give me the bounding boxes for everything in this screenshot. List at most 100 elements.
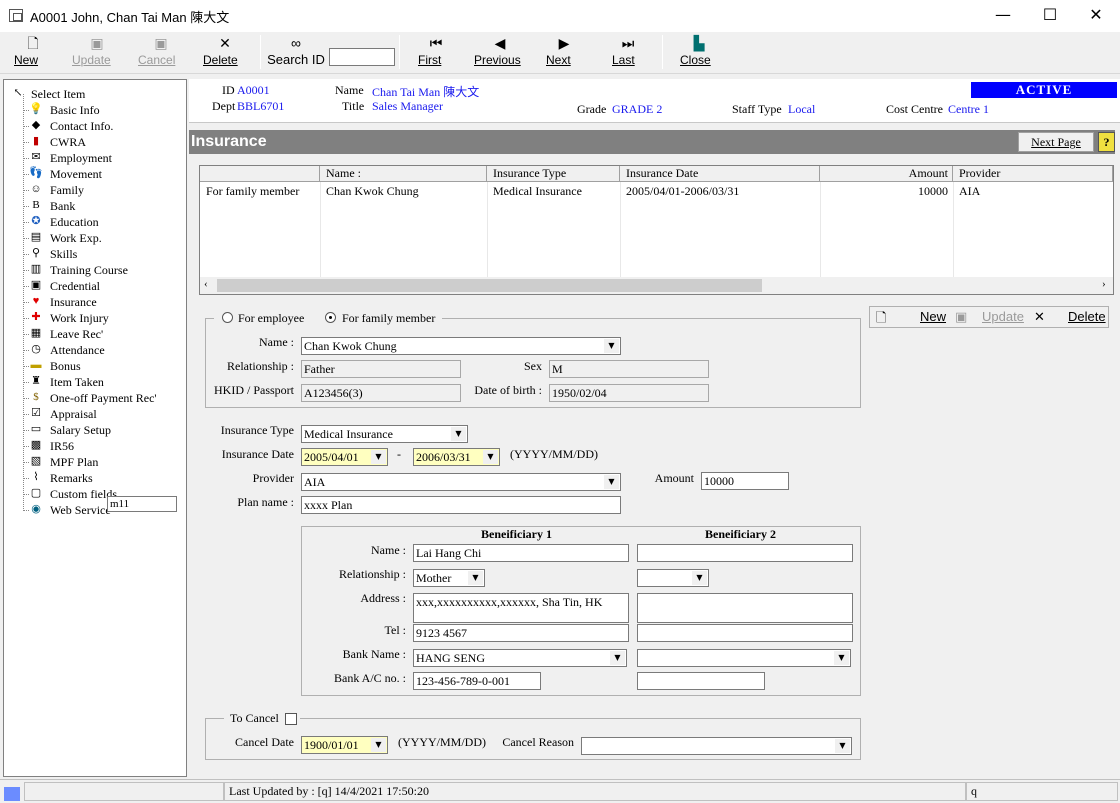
- detail-delete-button[interactable]: Delete: [1068, 309, 1106, 324]
- hkid-field[interactable]: A123456(3): [301, 384, 461, 402]
- tree-item[interactable]: B Bank: [4, 198, 184, 214]
- detail-new-button[interactable]: New: [920, 309, 946, 324]
- chevron-down-icon[interactable]: ▼: [468, 571, 483, 585]
- relationship-field[interactable]: Father: [301, 360, 461, 378]
- member-name-select[interactable]: Chan Kwok Chung ▼: [301, 337, 621, 355]
- grid-header-cell[interactable]: [200, 166, 320, 182]
- tree-item[interactable]: ☑ Appraisal: [4, 406, 184, 422]
- first-button[interactable]: ⏮ First: [418, 34, 454, 72]
- detail-update-button[interactable]: Update: [982, 309, 1024, 324]
- help-icon[interactable]: ?: [1098, 132, 1115, 152]
- tree-item[interactable]: ✪ Education: [4, 214, 184, 230]
- tree-root[interactable]: ↖ Select Item: [4, 86, 184, 102]
- tree-item[interactable]: $ One-off Payment Rec': [4, 390, 184, 406]
- grid-header-cell[interactable]: Provider: [953, 166, 1113, 182]
- insurance-date-to[interactable]: 2006/03/31 ▼: [413, 448, 500, 466]
- grid-header-cell[interactable]: Insurance Type: [487, 166, 620, 182]
- sex-field[interactable]: M: [549, 360, 709, 378]
- new-button[interactable]: 🗋 New: [14, 34, 52, 72]
- chevron-down-icon[interactable]: ▼: [610, 651, 625, 665]
- delete-button[interactable]: ✕ Delete: [203, 34, 247, 72]
- b1-relationship-select[interactable]: Mother ▼: [413, 569, 485, 587]
- b-relationship-label: Relationship :: [339, 567, 406, 581]
- horizontal-scrollbar[interactable]: ‹ ›: [200, 277, 1113, 294]
- cancel-date-select[interactable]: 1900/01/01 ▼: [301, 736, 388, 754]
- update-button[interactable]: ▣ Update: [72, 34, 122, 72]
- last-button[interactable]: ⏭ Last: [612, 34, 644, 72]
- tree-item[interactable]: ☺ Family: [4, 182, 184, 198]
- cancel-reason-select[interactable]: ▼: [581, 737, 852, 755]
- tree-item[interactable]: ◷ Attendance: [4, 342, 184, 358]
- for-family-radio[interactable]: [325, 312, 336, 323]
- next-page-button[interactable]: Next Page: [1018, 132, 1094, 152]
- tree-item[interactable]: 💡 Basic Info: [4, 102, 184, 118]
- b2-bank-ac-input[interactable]: [637, 672, 765, 690]
- b2-tel-input[interactable]: [637, 624, 853, 642]
- tree-root-label: Select Item: [31, 87, 86, 101]
- tree-item[interactable]: ▭ Salary Setup: [4, 422, 184, 438]
- b1-name-input[interactable]: Lai Hang Chi: [413, 544, 629, 562]
- tree-item[interactable]: ▦ Leave Rec': [4, 326, 184, 342]
- tree-item[interactable]: ▣ Credential: [4, 278, 184, 294]
- chevron-down-icon[interactable]: ▼: [604, 475, 619, 489]
- b2-bank-name-select[interactable]: ▼: [637, 649, 851, 667]
- grid-header-cell[interactable]: Name :: [320, 166, 487, 182]
- scrollbar-thumb[interactable]: [217, 279, 762, 292]
- tree-item[interactable]: ▬ Bonus: [4, 358, 184, 374]
- tree-item[interactable]: ⌇ Remarks: [4, 470, 184, 486]
- chevron-down-icon[interactable]: ▼: [371, 738, 386, 752]
- tree-item[interactable]: ✉ Employment: [4, 150, 184, 166]
- new-document-icon[interactable]: 🗋: [876, 309, 886, 331]
- tree-item[interactable]: ⚲ Skills: [4, 246, 184, 262]
- search-id-button[interactable]: ∞ Search ID: [266, 34, 326, 72]
- tree-item[interactable]: ◆ Contact Info.: [4, 118, 184, 134]
- b1-address-input[interactable]: xxx,xxxxxxxxxx,xxxxxx, Sha Tin, HK: [413, 593, 629, 623]
- chevron-down-icon[interactable]: ▼: [692, 571, 707, 585]
- insurance-date-from[interactable]: 2005/04/01 ▼: [301, 448, 388, 466]
- tree-item[interactable]: ♜ Item Taken: [4, 374, 184, 390]
- amount-input[interactable]: 10000: [701, 472, 789, 490]
- tree-item[interactable]: ▥ Training Course: [4, 262, 184, 278]
- chevron-down-icon[interactable]: ▼: [371, 450, 386, 464]
- tree-item[interactable]: ▤ Work Exp.: [4, 230, 184, 246]
- tree-item[interactable]: 👣 Movement: [4, 166, 184, 182]
- previous-button[interactable]: ◀ Previous: [474, 34, 526, 72]
- chevron-down-icon[interactable]: ▼: [834, 651, 849, 665]
- plan-name-input[interactable]: xxxx Plan: [301, 496, 621, 514]
- next-button[interactable]: ▶ Next: [546, 34, 582, 72]
- for-employee-radio[interactable]: [222, 312, 233, 323]
- b2-relationship-select[interactable]: ▼: [637, 569, 709, 587]
- to-cancel-checkbox[interactable]: [285, 713, 297, 725]
- close-button[interactable]: ▙ Close: [680, 34, 718, 72]
- b2-address-input[interactable]: [637, 593, 853, 623]
- dob-field[interactable]: 1950/02/04: [549, 384, 709, 402]
- close-window-icon[interactable]: ✕: [1073, 0, 1119, 32]
- b2-name-input[interactable]: [637, 544, 853, 562]
- minimize-icon[interactable]: —: [980, 0, 1026, 32]
- chevron-down-icon[interactable]: ▼: [451, 427, 466, 441]
- b1-bank-name-select[interactable]: HANG SENG ▼: [413, 649, 627, 667]
- tree-item[interactable]: ♥ Insurance: [4, 294, 184, 310]
- scroll-right-icon[interactable]: ›: [1102, 278, 1106, 290]
- chevron-down-icon[interactable]: ▼: [835, 739, 850, 753]
- b1-tel-input[interactable]: 9123 4567: [413, 624, 629, 642]
- maximize-icon[interactable]: ☐: [1027, 0, 1073, 32]
- tree-item[interactable]: ✚ Work Injury: [4, 310, 184, 326]
- insurance-type-select[interactable]: Medical Insurance ▼: [301, 425, 468, 443]
- save-disk-icon[interactable]: ▣: [955, 309, 967, 325]
- previous-label: Previous: [474, 53, 521, 67]
- b1-bank-ac-input[interactable]: 123-456-789-0-001: [413, 672, 541, 690]
- grid-header-cell[interactable]: Insurance Date: [620, 166, 820, 182]
- tree-item[interactable]: ▮ CWRA: [4, 134, 184, 150]
- chevron-down-icon[interactable]: ▼: [483, 450, 498, 464]
- provider-select[interactable]: AIA ▼: [301, 473, 621, 491]
- tree-item[interactable]: ▩ IR56: [4, 438, 184, 454]
- grid-header-cell[interactable]: Amount: [820, 166, 953, 182]
- cancel-button[interactable]: ▣ Cancel: [138, 34, 184, 72]
- chevron-down-icon[interactable]: ▼: [604, 339, 619, 353]
- scroll-left-icon[interactable]: ‹: [204, 278, 208, 290]
- search-id-input[interactable]: [329, 48, 395, 66]
- delete-x-icon[interactable]: ✕: [1034, 309, 1045, 325]
- tree-rename-input[interactable]: m11: [107, 496, 177, 512]
- tree-item[interactable]: ▧ MPF Plan: [4, 454, 184, 470]
